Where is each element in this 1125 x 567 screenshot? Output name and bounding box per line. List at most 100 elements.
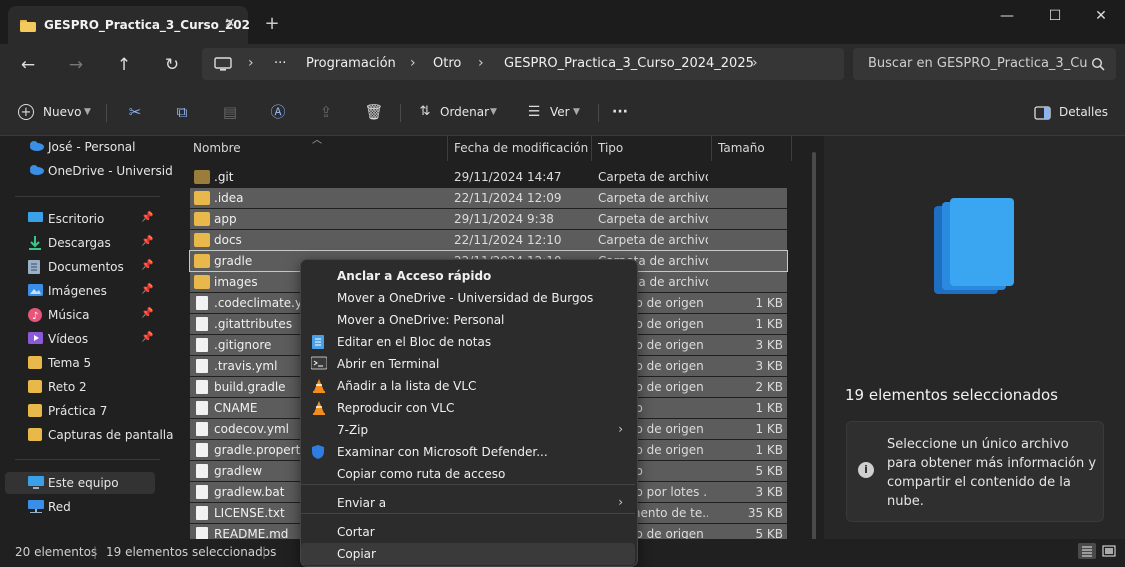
column-divider[interactable] bbox=[447, 136, 448, 161]
refresh-button[interactable]: ↻ bbox=[158, 54, 186, 76]
back-button[interactable]: ← bbox=[14, 54, 42, 76]
file-row[interactable]: app 29/11/2024 9:38 Carpeta de archivos bbox=[190, 209, 787, 229]
tab-close-button[interactable]: ✕ bbox=[220, 14, 240, 34]
menu-item-mover-a-onedrive-personal[interactable]: Mover a OneDrive: Personal bbox=[301, 309, 635, 331]
file-icon bbox=[196, 506, 208, 520]
sidebar-item-red[interactable]: Red bbox=[0, 496, 160, 518]
column-header-type[interactable]: Tipo bbox=[598, 141, 623, 155]
multiple-files-icon bbox=[950, 198, 1014, 286]
sidebar-item-este-equipo[interactable]: Este equipo bbox=[5, 472, 155, 494]
menu-item-label: Enviar a bbox=[337, 496, 387, 510]
menu-item-label: Examinar con Microsoft Defender... bbox=[337, 445, 548, 459]
file-name: .travis.yml bbox=[214, 359, 278, 373]
tab-current-folder[interactable]: GESPRO_Practica_3_Curso_202 ✕ bbox=[8, 6, 250, 44]
up-button[interactable]: ↑ bbox=[110, 54, 138, 76]
breadcrumb-current-folder[interactable]: GESPRO_Practica_3_Curso_2024_2025 bbox=[504, 56, 754, 71]
menu-item-abrir-en-terminal[interactable]: Abrir en Terminal bbox=[301, 353, 635, 375]
rename-icon[interactable]: Ⓐ bbox=[267, 101, 289, 123]
column-header-name[interactable]: Nombre bbox=[193, 141, 241, 155]
sort-button[interactable]: Ordenar bbox=[440, 101, 489, 123]
file-name: gradle bbox=[214, 254, 253, 268]
cut-icon[interactable]: ✂ bbox=[124, 101, 146, 123]
forward-button[interactable]: → bbox=[62, 54, 90, 76]
chevron-right-icon: › bbox=[618, 495, 623, 509]
menu-item-label: Añadir a la lista de VLC bbox=[337, 379, 477, 393]
toolbar-divider bbox=[598, 104, 599, 122]
search-box[interactable]: Buscar en GESPRO_Practica_3_Cu bbox=[853, 48, 1116, 80]
maximize-button[interactable]: ☐ bbox=[1031, 0, 1079, 32]
sidebar-item-reto-2[interactable]: Reto 2 bbox=[0, 376, 160, 398]
minimize-button[interactable]: — bbox=[983, 0, 1031, 32]
tiles-view-button[interactable] bbox=[1100, 543, 1118, 559]
sort-icon: ⇅ bbox=[419, 104, 431, 119]
menu-item-editar-en-el-bloc-de-notas[interactable]: Editar en el Bloc de notas bbox=[301, 331, 635, 353]
copy-icon[interactable]: ⧉ bbox=[171, 101, 193, 123]
paste-icon[interactable]: ▤ bbox=[219, 101, 241, 123]
breadcrumb-ellipsis[interactable]: ··· bbox=[274, 56, 286, 71]
view-button[interactable]: Ver bbox=[550, 101, 570, 123]
pin-icon: 📌 bbox=[141, 332, 154, 343]
sidebar-item-capturas[interactable]: Capturas de pantalla bbox=[0, 424, 173, 446]
sidebar-item-escritorio[interactable]: Escritorio 📌 bbox=[0, 208, 160, 230]
close-window-button[interactable]: ✕ bbox=[1077, 0, 1125, 32]
column-divider[interactable] bbox=[711, 136, 712, 161]
file-icon bbox=[196, 485, 208, 499]
menu-item-anadir-a-la-lista-de-vlc[interactable]: Añadir a la lista de VLC bbox=[301, 375, 635, 397]
sidebar-item-documentos[interactable]: Documentos 📌 bbox=[0, 256, 160, 278]
folder-icon bbox=[194, 170, 210, 184]
new-button[interactable]: Nuevo bbox=[43, 101, 81, 123]
sidebar-item-onedrive-personal[interactable]: José - Personal bbox=[0, 136, 160, 158]
sidebar-item-onedrive-universidad[interactable]: OneDrive - Universid bbox=[0, 160, 173, 182]
menu-item-copiar-como-ruta-de-acceso[interactable]: Copiar como ruta de acceso bbox=[301, 463, 635, 485]
column-header-size[interactable]: Tamaño bbox=[718, 141, 765, 155]
delete-icon[interactable]: 🗑 bbox=[363, 101, 385, 123]
menu-item-cortar[interactable]: Cortar bbox=[301, 521, 635, 543]
sidebar-item-descargas[interactable]: Descargas 📌 bbox=[0, 232, 160, 254]
menu-item-copiar[interactable]: Copiar bbox=[301, 543, 635, 565]
new-tab-button[interactable]: + bbox=[260, 12, 284, 36]
sidebar-item-videos[interactable]: Vídeos 📌 bbox=[0, 328, 160, 350]
menu-item-enviar-a[interactable]: Enviar a › bbox=[301, 492, 635, 514]
vertical-scrollbar[interactable] bbox=[812, 152, 816, 542]
sidebar-item-musica[interactable]: ♪ Música 📌 bbox=[0, 304, 160, 326]
menu-item-label: Editar en el Bloc de notas bbox=[337, 335, 492, 349]
menu-item-label: Anclar a Acceso rápido bbox=[337, 269, 492, 283]
address-bar[interactable]: › ··· Programación › Otro › GESPRO_Pract… bbox=[202, 48, 844, 80]
file-size: 3 KB bbox=[755, 485, 783, 499]
vlc-icon bbox=[311, 400, 327, 416]
breadcrumb-programacion[interactable]: Programación bbox=[306, 56, 396, 71]
file-name: app bbox=[214, 212, 237, 226]
breadcrumb-separator[interactable]: › bbox=[478, 55, 484, 71]
pin-icon: 📌 bbox=[141, 212, 154, 223]
menu-item-anclar-a-acceso-rapido[interactable]: Anclar a Acceso rápido bbox=[301, 265, 635, 287]
share-icon[interactable]: ⇪ bbox=[315, 101, 337, 123]
details-view-button[interactable] bbox=[1078, 543, 1096, 559]
menu-item-mover-a-onedrive-universidad-de-burgos[interactable]: Mover a OneDrive - Universidad de Burgos bbox=[301, 287, 635, 309]
details-button[interactable]: Detalles bbox=[1059, 101, 1108, 123]
status-divider: | bbox=[93, 545, 98, 559]
breadcrumb-otro[interactable]: Otro bbox=[433, 56, 461, 71]
file-icon bbox=[196, 464, 208, 478]
file-row[interactable]: docs 22/11/2024 12:10 Carpeta de archivos bbox=[190, 230, 787, 250]
chevron-down-icon: ▼ bbox=[573, 107, 580, 117]
column-divider[interactable] bbox=[791, 136, 792, 161]
file-row[interactable]: .idea 22/11/2024 12:09 Carpeta de archivos bbox=[190, 188, 787, 208]
file-icon bbox=[196, 359, 208, 373]
search-icon[interactable] bbox=[1091, 57, 1105, 71]
more-options-button[interactable]: ··· bbox=[612, 101, 628, 123]
menu-item-reproducir-con-vlc[interactable]: Reproducir con VLC bbox=[301, 397, 635, 419]
sidebar-item-tema-5[interactable]: Tema 5 bbox=[0, 352, 160, 374]
file-type: Carpeta de archivos bbox=[598, 191, 708, 205]
menu-item-examinar-con-microsoft-defender[interactable]: Examinar con Microsoft Defender... bbox=[301, 441, 635, 463]
sidebar-item-imagenes[interactable]: Imágenes 📌 bbox=[0, 280, 160, 302]
file-size: 3 KB bbox=[755, 359, 783, 373]
column-divider[interactable] bbox=[591, 136, 592, 161]
toolbar-divider bbox=[400, 104, 401, 122]
breadcrumb-separator[interactable]: › bbox=[410, 55, 416, 71]
file-row[interactable]: .git 29/11/2024 14:47 Carpeta de archivos bbox=[190, 167, 787, 187]
column-header-date[interactable]: Fecha de modificación bbox=[454, 141, 588, 155]
menu-item-7-zip[interactable]: 7-Zip › bbox=[301, 419, 635, 441]
menu-item-label: Mover a OneDrive - Universidad de Burgos bbox=[337, 291, 594, 305]
sidebar-item-practica-7[interactable]: Práctica 7 bbox=[0, 400, 160, 422]
breadcrumb-separator[interactable]: › bbox=[752, 55, 758, 71]
